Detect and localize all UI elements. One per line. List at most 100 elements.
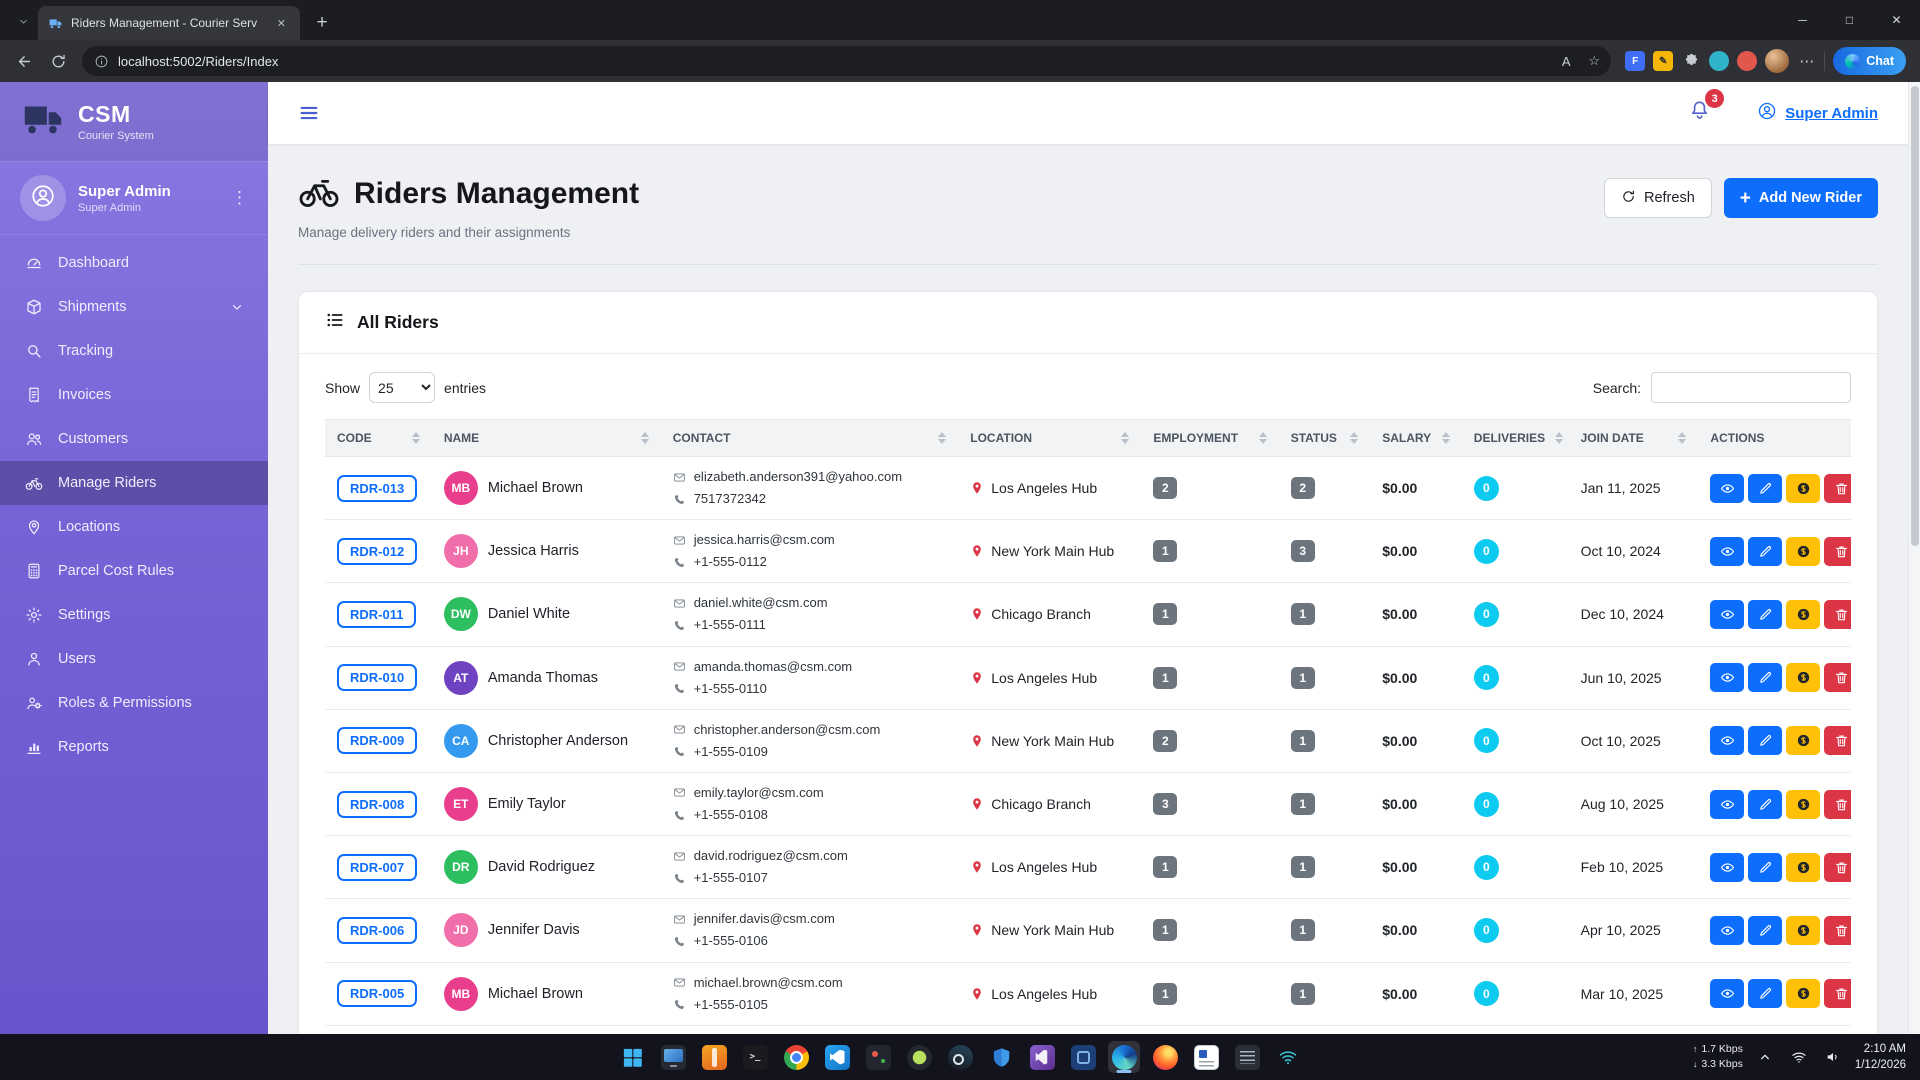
refresh-button[interactable]: Refresh <box>1604 178 1712 218</box>
scrollbar-thumb[interactable] <box>1911 86 1919 546</box>
rider-salary-button[interactable] <box>1786 474 1820 503</box>
minimize-button[interactable]: ─ <box>1779 0 1826 40</box>
site-info-icon[interactable] <box>94 54 109 69</box>
obs-icon[interactable] <box>862 1041 894 1073</box>
network-monitor-icon[interactable] <box>1272 1041 1304 1073</box>
sidebar-item-invoices[interactable]: Invoices <box>0 373 268 417</box>
column-header-join-date[interactable]: JOIN DATE <box>1569 420 1699 457</box>
page-scrollbar[interactable] <box>1908 82 1920 1034</box>
delete-rider-button[interactable] <box>1824 726 1851 755</box>
add-new-rider-button[interactable]: + Add New Rider <box>1724 178 1878 218</box>
rider-salary-button[interactable] <box>1786 663 1820 692</box>
sidebar-item-locations[interactable]: Locations <box>0 505 268 549</box>
close-button[interactable]: ✕ <box>1873 0 1920 40</box>
rider-salary-button[interactable] <box>1786 600 1820 629</box>
maximize-button[interactable]: □ <box>1826 0 1873 40</box>
edit-rider-button[interactable] <box>1748 474 1782 503</box>
entries-select[interactable]: 25 <box>369 372 435 403</box>
rider-salary-button[interactable] <box>1786 537 1820 566</box>
delete-rider-button[interactable] <box>1824 600 1851 629</box>
rider-salary-button[interactable] <box>1786 790 1820 819</box>
sidebar-item-shipments[interactable]: Shipments <box>0 285 268 329</box>
view-rider-button[interactable] <box>1710 726 1744 755</box>
edit-rider-button[interactable] <box>1748 726 1782 755</box>
edit-rider-button[interactable] <box>1748 916 1782 945</box>
rider-salary-button[interactable] <box>1786 979 1820 1008</box>
sidebar-item-reports[interactable]: Reports <box>0 725 268 769</box>
column-header-salary[interactable]: SALARY <box>1370 420 1462 457</box>
tab-close-icon[interactable]: ✕ <box>273 15 290 32</box>
terminal-icon[interactable]: >_ <box>739 1041 771 1073</box>
browser-profile-avatar[interactable] <box>1765 49 1789 73</box>
delete-rider-button[interactable] <box>1824 916 1851 945</box>
edit-rider-button[interactable] <box>1748 979 1782 1008</box>
edit-rider-button[interactable] <box>1748 537 1782 566</box>
read-aloud-icon[interactable]: A <box>1553 48 1579 74</box>
sidebar-item-customers[interactable]: Customers <box>0 417 268 461</box>
delete-rider-button[interactable] <box>1824 853 1851 882</box>
windows-security-icon[interactable] <box>985 1041 1017 1073</box>
new-tab-button[interactable]: + <box>308 9 336 37</box>
edit-rider-button[interactable] <box>1748 790 1782 819</box>
view-rider-button[interactable] <box>1710 916 1744 945</box>
edit-rider-button[interactable] <box>1748 600 1782 629</box>
wifi-icon[interactable] <box>1787 1034 1811 1080</box>
desktop-app-icon[interactable] <box>657 1041 689 1073</box>
sidebar-item-manage-riders[interactable]: Manage Riders <box>0 461 268 505</box>
extension-icon[interactable] <box>1737 51 1757 71</box>
steam-icon[interactable] <box>944 1041 976 1073</box>
photos-app-icon[interactable] <box>698 1041 730 1073</box>
view-rider-button[interactable] <box>1710 979 1744 1008</box>
edit-rider-button[interactable] <box>1748 663 1782 692</box>
sidebar-item-roles-permissions[interactable]: Roles & Permissions <box>0 681 268 725</box>
visual-studio-icon[interactable] <box>1026 1041 1058 1073</box>
profile-menu-icon[interactable]: ⋮ <box>231 188 248 208</box>
column-header-name[interactable]: NAME <box>432 420 661 457</box>
spotify-icon[interactable] <box>903 1041 935 1073</box>
search-input[interactable] <box>1651 372 1851 403</box>
extension-icon[interactable]: ✎ <box>1653 51 1673 71</box>
azure-data-studio-icon[interactable] <box>1067 1041 1099 1073</box>
chrome-icon[interactable] <box>780 1041 812 1073</box>
back-button[interactable] <box>10 47 38 75</box>
sidebar-item-parcel-cost-rules[interactable]: Parcel Cost Rules <box>0 549 268 593</box>
hidden-icons-chevron-icon[interactable] <box>1753 1034 1777 1080</box>
taskbar-clock[interactable]: 2:10 AM 1/12/2026 <box>1855 1041 1906 1073</box>
reload-button[interactable] <box>44 47 72 75</box>
view-rider-button[interactable] <box>1710 600 1744 629</box>
delete-rider-button[interactable] <box>1824 790 1851 819</box>
column-header-status[interactable]: STATUS <box>1279 420 1371 457</box>
edit-rider-button[interactable] <box>1748 853 1782 882</box>
extension-icon[interactable] <box>1709 51 1729 71</box>
sidebar-item-users[interactable]: Users <box>0 637 268 681</box>
view-rider-button[interactable] <box>1710 853 1744 882</box>
extension-icon[interactable]: F <box>1625 51 1645 71</box>
rider-salary-button[interactable] <box>1786 916 1820 945</box>
volume-icon[interactable] <box>1821 1034 1845 1080</box>
view-rider-button[interactable] <box>1710 663 1744 692</box>
user-menu-link[interactable]: Super Admin <box>1757 101 1878 125</box>
notepad-icon[interactable] <box>1231 1041 1263 1073</box>
column-header-employment[interactable]: EMPLOYMENT <box>1141 420 1278 457</box>
browser-tab[interactable]: Riders Management - Courier Serv ✕ <box>38 6 300 40</box>
view-rider-button[interactable] <box>1710 537 1744 566</box>
address-bar[interactable]: localhost:5002/Riders/Index A ☆ <box>82 46 1611 76</box>
view-rider-button[interactable] <box>1710 790 1744 819</box>
column-header-code[interactable]: CODE <box>325 420 432 457</box>
vscode-icon[interactable] <box>821 1041 853 1073</box>
sidebar-item-settings[interactable]: Settings <box>0 593 268 637</box>
menu-toggle-button[interactable] <box>298 102 320 124</box>
firefox-icon[interactable] <box>1149 1041 1181 1073</box>
notifications-button[interactable]: 3 <box>1688 99 1711 127</box>
browser-menu-icon[interactable]: ⋯ <box>1797 52 1816 70</box>
tab-search-button[interactable] <box>8 6 38 40</box>
delete-rider-button[interactable] <box>1824 663 1851 692</box>
chat-button[interactable]: Chat <box>1833 47 1906 75</box>
sidebar-item-dashboard[interactable]: Dashboard <box>0 241 268 285</box>
column-header-deliveries[interactable]: DELIVERIES <box>1462 420 1569 457</box>
column-header-contact[interactable]: CONTACT <box>661 420 959 457</box>
word-icon[interactable] <box>1190 1041 1222 1073</box>
rider-salary-button[interactable] <box>1786 853 1820 882</box>
sidebar-item-tracking[interactable]: Tracking <box>0 329 268 373</box>
start-button[interactable] <box>616 1041 648 1073</box>
